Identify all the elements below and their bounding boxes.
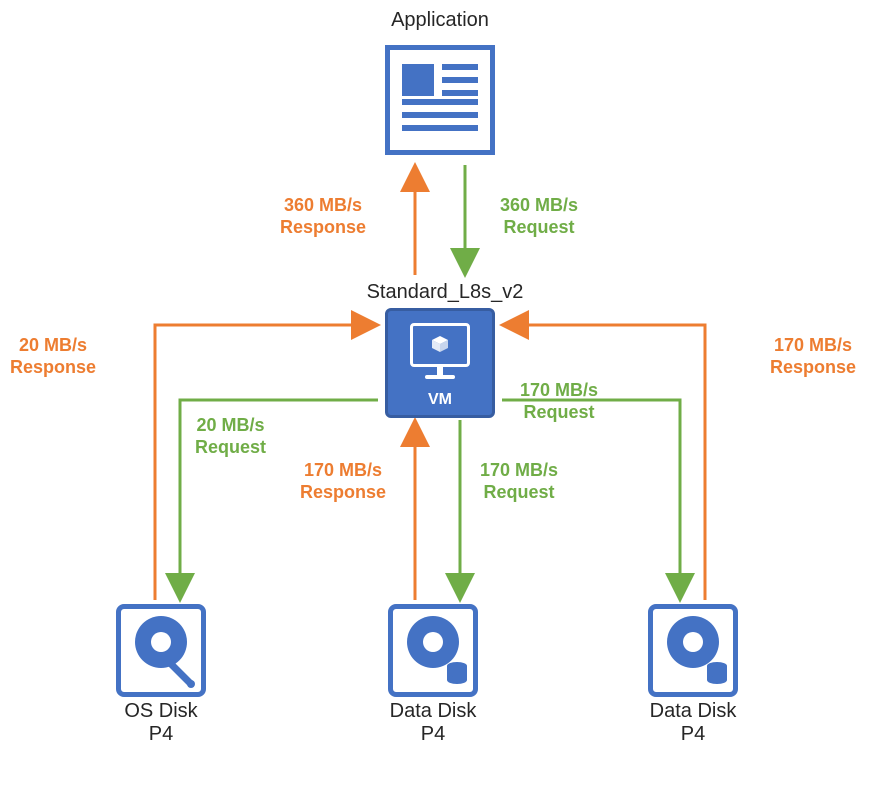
right-request-value: 170 MB/s xyxy=(520,380,598,400)
right-request-kind: Request xyxy=(524,402,595,422)
label-os-response: 20 MB/s Response xyxy=(10,335,96,378)
os-response-value: 20 MB/s xyxy=(19,335,87,355)
application-title: Application xyxy=(380,8,500,32)
os-disk-caption: OS Disk P4 xyxy=(96,700,226,746)
label-app-response: 360 MB/s Response xyxy=(280,195,366,238)
label-app-request: 360 MB/s Request xyxy=(500,195,578,238)
label-mid-request: 170 MB/s Request xyxy=(480,460,558,503)
os-disk-tier: P4 xyxy=(149,723,173,745)
label-os-request: 20 MB/s Request xyxy=(195,415,266,458)
os-disk-name: OS Disk xyxy=(124,700,197,722)
application-icon xyxy=(385,45,495,155)
mid-request-value: 170 MB/s xyxy=(480,460,558,480)
label-right-request: 170 MB/s Request xyxy=(520,380,598,423)
diagram-canvas: Application 360 MB/s Response 360 MB/s R… xyxy=(0,0,878,792)
right-disk-icon xyxy=(648,604,738,697)
label-right-response: 170 MB/s Response xyxy=(770,335,856,378)
right-response-kind: Response xyxy=(770,357,856,377)
right-disk-caption: Data Disk P4 xyxy=(628,700,758,746)
os-response-kind: Response xyxy=(10,357,96,377)
os-request-value: 20 MB/s xyxy=(196,415,264,435)
label-mid-response: 170 MB/s Response xyxy=(300,460,386,503)
mid-response-value: 170 MB/s xyxy=(304,460,382,480)
mid-disk-name: Data Disk xyxy=(390,700,477,722)
vm-caption: VM xyxy=(388,391,492,409)
app-request-value: 360 MB/s xyxy=(500,195,578,215)
right-response-value: 170 MB/s xyxy=(774,335,852,355)
mid-response-kind: Response xyxy=(300,482,386,502)
app-response-value: 360 MB/s xyxy=(284,195,362,215)
vm-type-label: Standard_L8s_v2 xyxy=(360,280,530,304)
mid-request-kind: Request xyxy=(484,482,555,502)
mid-disk-caption: Data Disk P4 xyxy=(368,700,498,746)
mid-disk-icon xyxy=(388,604,478,697)
app-response-kind: Response xyxy=(280,217,366,237)
right-disk-name: Data Disk xyxy=(650,700,737,722)
mid-disk-tier: P4 xyxy=(421,723,445,745)
app-request-kind: Request xyxy=(504,217,575,237)
os-request-kind: Request xyxy=(195,437,266,457)
os-disk-icon xyxy=(116,604,206,697)
vm-icon: VM xyxy=(385,308,495,418)
right-disk-tier: P4 xyxy=(681,723,705,745)
